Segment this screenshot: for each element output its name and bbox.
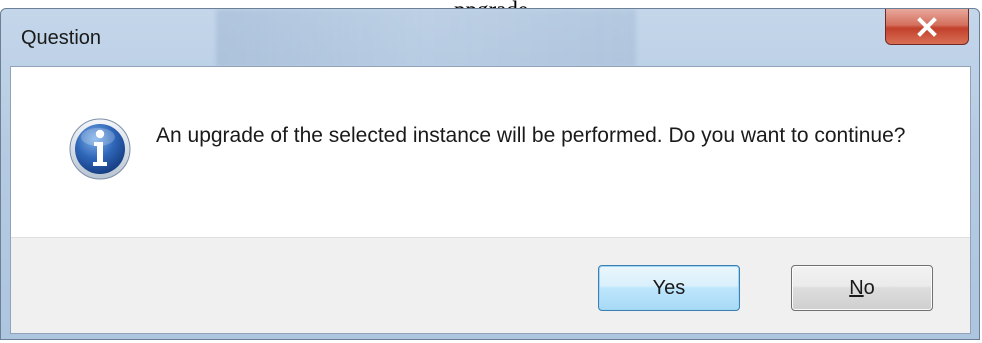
yes-button[interactable]: Yes xyxy=(598,265,740,311)
button-bar: Yes No xyxy=(11,237,970,333)
no-button-label-rest: o xyxy=(863,276,875,299)
dialog-body: An upgrade of the selected instance will… xyxy=(10,66,971,334)
close-button[interactable] xyxy=(885,9,969,45)
close-icon xyxy=(917,16,937,37)
dialog-title: Question xyxy=(21,27,102,49)
background-window-ghost xyxy=(216,9,636,67)
message-area: An upgrade of the selected instance will… xyxy=(11,67,970,237)
no-button-mnemonic: N xyxy=(849,276,864,299)
no-button[interactable]: No xyxy=(791,265,933,311)
title-bar[interactable]: Question xyxy=(1,9,979,67)
dialog-message: An upgrade of the selected instance will… xyxy=(156,124,906,147)
information-icon xyxy=(69,118,131,180)
question-dialog: Question An upgrade of the selected inst… xyxy=(0,8,980,340)
